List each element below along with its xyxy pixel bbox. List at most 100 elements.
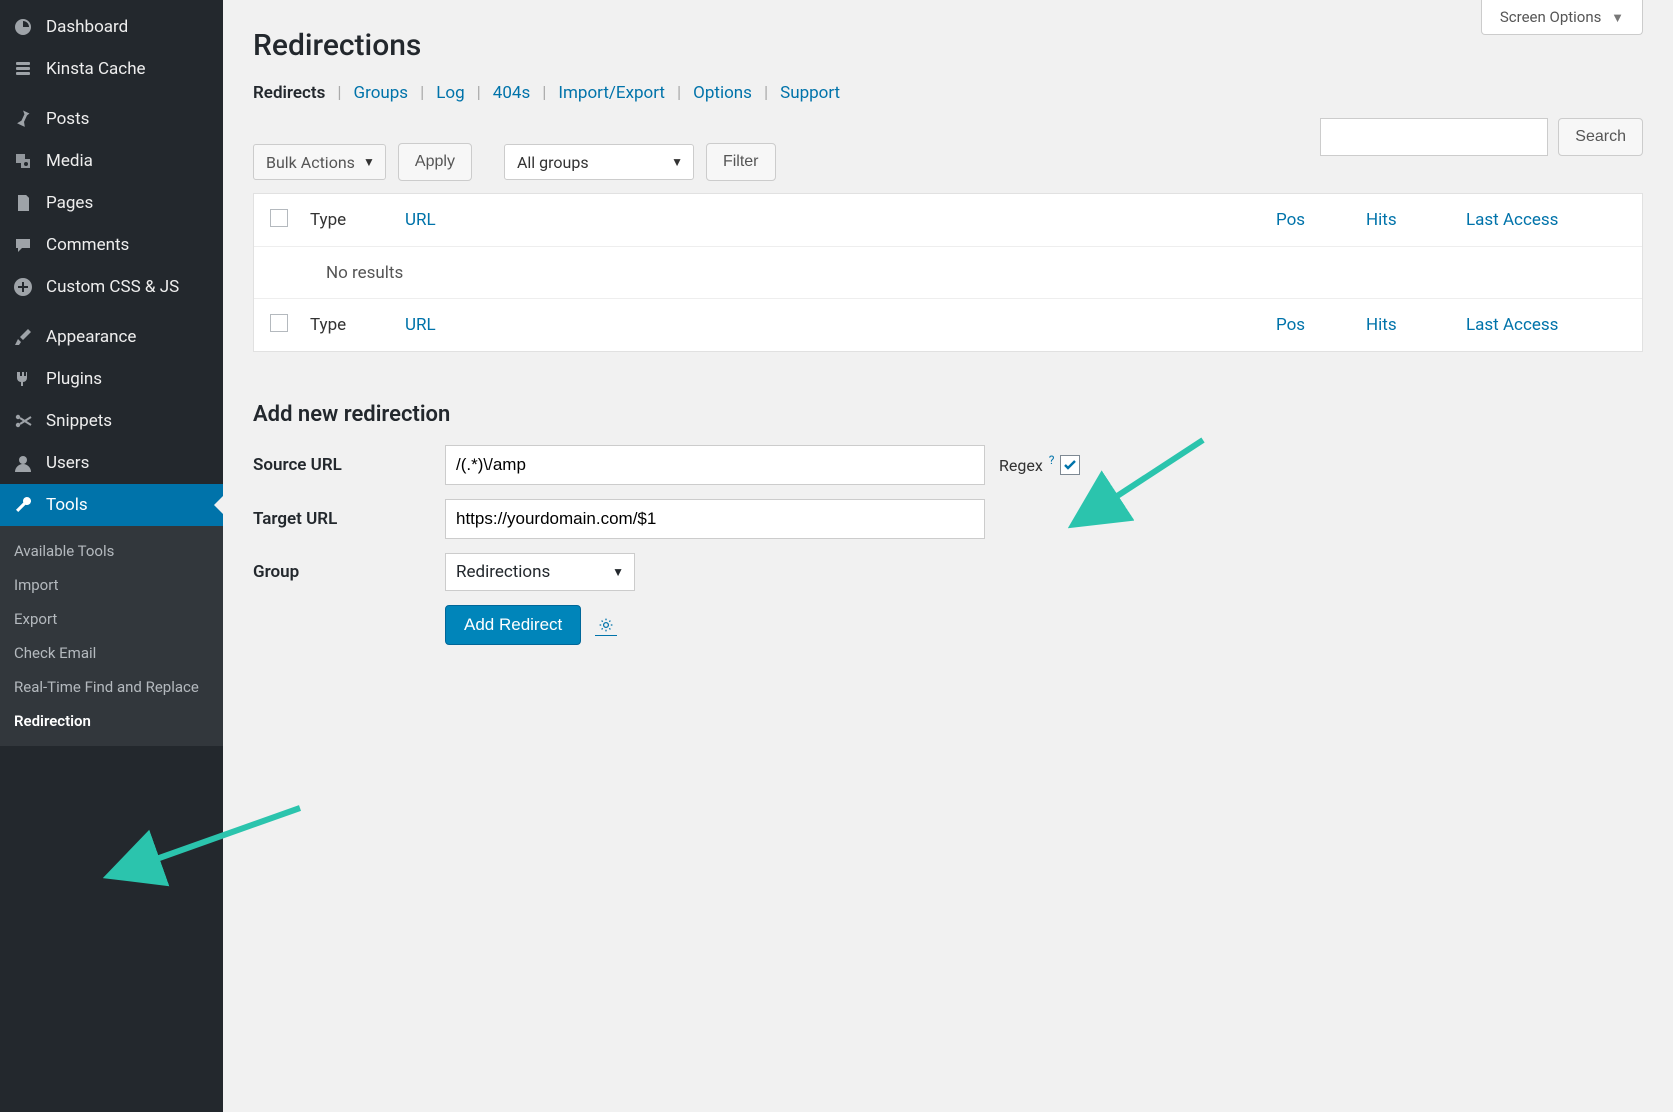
select-all-checkbox-footer[interactable] xyxy=(270,314,288,332)
sidebar-item-dashboard[interactable]: Dashboard xyxy=(0,6,223,48)
group-select[interactable]: Redirections ▼ xyxy=(445,553,635,591)
table-header-row: Type URL Pos Hits Last Access xyxy=(254,194,1642,246)
sidebar-item-appearance[interactable]: Appearance xyxy=(0,316,223,358)
chevron-down-icon: ▼ xyxy=(612,565,624,579)
table-footer-row: Type URL Pos Hits Last Access xyxy=(254,299,1642,351)
chevron-down-icon: ▼ xyxy=(363,155,375,169)
tf-hits[interactable]: Hits xyxy=(1366,315,1466,335)
row-target-url: Target URL xyxy=(253,499,1643,539)
main-content: Screen Options ▼ Redirections Redirects|… xyxy=(223,0,1673,1112)
regex-wrap: Regex ? xyxy=(999,455,1080,475)
select-all-checkbox[interactable] xyxy=(270,209,288,227)
regex-checkbox[interactable] xyxy=(1060,455,1080,475)
redirects-table: Type URL Pos Hits Last Access No results… xyxy=(253,193,1643,352)
sidebar-item-users[interactable]: Users xyxy=(0,442,223,484)
sidebar-sub-export[interactable]: Export xyxy=(0,602,223,636)
label-regex: Regex xyxy=(999,456,1043,475)
wrench-icon xyxy=(12,494,34,516)
sidebar-item-label: Users xyxy=(46,453,89,473)
screen-options-label: Screen Options xyxy=(1500,8,1602,26)
sidebar-sub-check-email[interactable]: Check Email xyxy=(0,636,223,670)
plug-icon xyxy=(12,368,34,390)
advanced-options-toggle[interactable] xyxy=(595,614,617,636)
comment-icon xyxy=(12,234,34,256)
row-group: Group Redirections ▼ xyxy=(253,553,1643,591)
tf-pos[interactable]: Pos xyxy=(1276,315,1366,335)
chevron-down-icon: ▼ xyxy=(671,155,683,169)
checkmark-icon xyxy=(1063,458,1077,472)
admin-sidebar: Dashboard Kinsta Cache Posts Media Pages… xyxy=(0,0,223,1112)
search-bar: Search xyxy=(1320,118,1643,156)
sidebar-item-label: Dashboard xyxy=(46,17,128,37)
search-input[interactable] xyxy=(1320,118,1548,156)
dashboard-icon xyxy=(12,16,34,38)
stack-icon xyxy=(12,58,34,80)
sidebar-item-label: Snippets xyxy=(46,411,112,431)
sidebar-sub-find-replace[interactable]: Real-Time Find and Replace xyxy=(0,670,223,704)
subnav-import-export[interactable]: Import/Export xyxy=(558,83,665,103)
th-hits[interactable]: Hits xyxy=(1366,210,1466,230)
groups-filter-label: All groups xyxy=(517,153,589,172)
sidebar-item-label: Plugins xyxy=(46,369,102,389)
sub-navigation: Redirects| Groups| Log| 404s| Import/Exp… xyxy=(253,83,1643,103)
screen-options-toggle[interactable]: Screen Options ▼ xyxy=(1481,0,1643,35)
sidebar-sub-redirection[interactable]: Redirection xyxy=(0,704,223,738)
sidebar-item-comments[interactable]: Comments xyxy=(0,224,223,266)
scissors-icon xyxy=(12,410,34,432)
gear-icon xyxy=(598,617,614,633)
sidebar-item-label: Comments xyxy=(46,235,129,255)
label-source-url: Source URL xyxy=(253,455,445,475)
media-icon xyxy=(12,150,34,172)
row-submit: Add Redirect xyxy=(253,605,1643,645)
th-url[interactable]: URL xyxy=(405,210,1276,230)
group-select-value: Redirections xyxy=(456,562,550,582)
chevron-down-icon: ▼ xyxy=(1611,11,1624,26)
subnav-log[interactable]: Log xyxy=(436,83,464,103)
subnav-support[interactable]: Support xyxy=(780,83,840,103)
bulk-actions-select[interactable]: Bulk Actions ▼ xyxy=(253,144,386,180)
plus-circle-icon xyxy=(12,276,34,298)
label-target-url: Target URL xyxy=(253,509,445,529)
sidebar-item-custom-css-js[interactable]: Custom CSS & JS xyxy=(0,266,223,308)
th-last-access[interactable]: Last Access xyxy=(1466,210,1626,230)
no-results-text: No results xyxy=(270,263,403,283)
sidebar-item-posts[interactable]: Posts xyxy=(0,98,223,140)
groups-filter-select[interactable]: All groups ▼ xyxy=(504,144,694,180)
subnav-404s[interactable]: 404s xyxy=(493,83,530,103)
sidebar-item-label: Posts xyxy=(46,109,89,129)
sidebar-item-label: Pages xyxy=(46,193,93,213)
sidebar-item-kinsta-cache[interactable]: Kinsta Cache xyxy=(0,48,223,90)
user-icon xyxy=(12,452,34,474)
filter-button[interactable]: Filter xyxy=(706,143,776,181)
sidebar-item-label: Media xyxy=(46,151,93,171)
sidebar-item-snippets[interactable]: Snippets xyxy=(0,400,223,442)
sidebar-item-label: Kinsta Cache xyxy=(46,59,146,79)
sidebar-item-tools[interactable]: Tools xyxy=(0,484,223,526)
sidebar-item-label: Tools xyxy=(46,495,88,515)
table-empty-row: No results xyxy=(254,246,1642,298)
input-target-url[interactable] xyxy=(445,499,985,539)
sidebar-item-label: Custom CSS & JS xyxy=(46,277,179,297)
th-pos[interactable]: Pos xyxy=(1276,210,1366,230)
th-type: Type xyxy=(310,210,405,230)
input-source-url[interactable] xyxy=(445,445,985,485)
tf-url[interactable]: URL xyxy=(405,315,1276,335)
sidebar-item-pages[interactable]: Pages xyxy=(0,182,223,224)
row-source-url: Source URL Regex ? xyxy=(253,445,1643,485)
subnav-groups[interactable]: Groups xyxy=(354,83,409,103)
search-button[interactable]: Search xyxy=(1558,118,1643,156)
sidebar-sub-available-tools[interactable]: Available Tools xyxy=(0,534,223,568)
regex-help-link[interactable]: ? xyxy=(1049,453,1055,467)
subnav-redirects[interactable]: Redirects xyxy=(253,83,325,103)
subnav-options[interactable]: Options xyxy=(693,83,752,103)
bulk-actions-label: Bulk Actions xyxy=(266,153,355,172)
add-redirect-button[interactable]: Add Redirect xyxy=(445,605,581,645)
bulk-apply-button[interactable]: Apply xyxy=(398,143,472,181)
tf-type: Type xyxy=(310,315,405,335)
tf-last-access[interactable]: Last Access xyxy=(1466,315,1626,335)
brush-icon xyxy=(12,326,34,348)
sidebar-submenu: Available Tools Import Export Check Emai… xyxy=(0,526,223,746)
sidebar-item-media[interactable]: Media xyxy=(0,140,223,182)
sidebar-sub-import[interactable]: Import xyxy=(0,568,223,602)
sidebar-item-plugins[interactable]: Plugins xyxy=(0,358,223,400)
